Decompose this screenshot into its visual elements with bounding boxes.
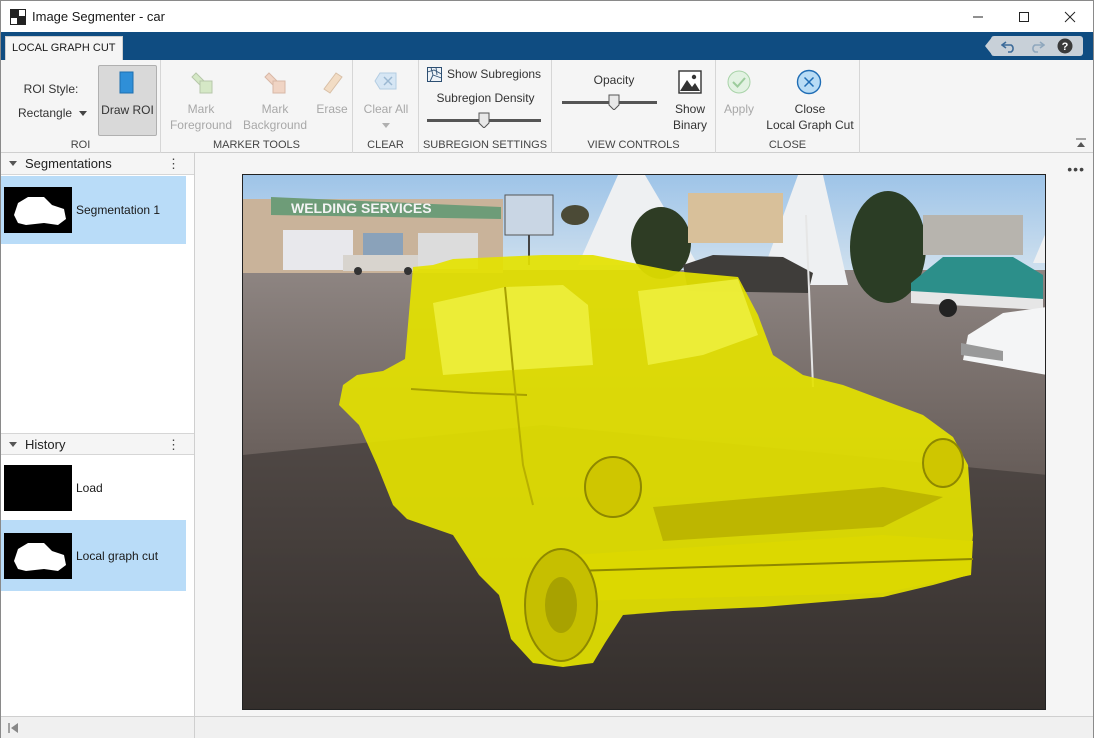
svg-text:?: ? — [1062, 41, 1069, 53]
subregion-settings-section: Show Subregions Subregion Density SUBREG… — [419, 60, 552, 153]
image-display[interactable]: WELDING SERVICES — [242, 174, 1046, 710]
history-item-load[interactable]: Load — [1, 454, 186, 522]
clear-section: Clear All CLEAR — [353, 60, 419, 153]
close-circle-icon — [796, 69, 822, 95]
left-pane: Segmentations ⋮ Segmentation 1 History ⋮… — [1, 153, 195, 716]
collapse-toolstrip-icon[interactable] — [1075, 138, 1087, 148]
history-graph-cut-label: Local graph cut — [76, 548, 159, 563]
roi-style-label: ROI Style: — [23, 82, 79, 96]
close-label-1: Close — [794, 102, 826, 116]
window-title: Image Segmenter - car — [32, 9, 165, 24]
clear-all-label: Clear All — [363, 102, 409, 116]
show-binary-button[interactable]: Show Binary — [668, 60, 712, 136]
welding-sign-text: WELDING SERVICES — [291, 200, 432, 216]
tab-local-graph-cut[interactable]: LOCAL GRAPH CUT — [5, 36, 123, 60]
mark-foreground-icon — [191, 72, 213, 94]
mark-foreground-label-1: Mark — [187, 102, 215, 116]
draw-roi-label: Draw ROI — [101, 103, 154, 117]
roi-section-label: ROI — [70, 139, 91, 151]
collapse-caret-icon[interactable] — [9, 161, 17, 166]
image-icon — [678, 70, 702, 94]
app-logo-icon — [10, 8, 26, 25]
mark-background-label-2: Background — [242, 118, 308, 132]
show-binary-label-2: Binary — [672, 118, 707, 132]
marker-tools-section: Mark Foreground Mark Background Erase MA… — [161, 60, 353, 153]
maximize-icon — [1019, 11, 1029, 22]
close-window-button[interactable] — [1047, 1, 1093, 32]
minimize-button[interactable] — [955, 1, 1001, 32]
history-item-local-graph-cut[interactable]: Local graph cut — [1, 520, 186, 591]
show-subregions-label: Show Subregions — [447, 67, 542, 81]
apply-button[interactable]: Apply — [718, 60, 758, 136]
mask-thumbnail-image — [14, 197, 66, 225]
apply-label: Apply — [723, 102, 755, 116]
history-load-thumbnail — [4, 465, 72, 511]
more-options-icon[interactable]: ⋮ — [167, 437, 180, 453]
roi-section: ROI Style: Rectangle Draw ROI ROI — [1, 60, 161, 153]
opacity-thumb[interactable] — [608, 94, 620, 110]
mark-background-icon — [264, 72, 286, 94]
close-section-label: CLOSE — [768, 139, 807, 151]
checkmark-icon — [727, 70, 751, 94]
help-icon[interactable]: ? — [1057, 38, 1073, 54]
app-window: Image Segmenter - car LOCAL GRAPH CUT ? … — [0, 0, 1094, 738]
erase-label: Erase — [316, 102, 348, 116]
collapse-caret-icon[interactable] — [9, 441, 17, 447]
title-bar: Image Segmenter - car — [1, 1, 1093, 32]
more-options-icon[interactable]: ⋮ — [167, 156, 180, 172]
clear-section-label: CLEAR — [367, 139, 404, 151]
roi-style-value: Rectangle — [18, 106, 73, 120]
chevron-down-icon — [79, 110, 88, 116]
subregion-density-label: Subregion Density — [436, 91, 535, 105]
image-canvas-pane: ••• WELDING SERVICES — [196, 153, 1093, 716]
segmentation-label: Segmentation 1 — [76, 203, 161, 217]
erase-button[interactable]: Erase — [313, 60, 351, 136]
view-controls-section-label: VIEW CONTROLS — [587, 139, 680, 151]
segmentation-thumbnail — [4, 187, 72, 233]
mark-background-label-1: Mark — [261, 102, 289, 116]
draw-roi-button[interactable]: Draw ROI — [98, 65, 157, 136]
close-local-graph-cut-button[interactable]: Close Local Graph Cut — [764, 60, 856, 136]
eraser-icon — [323, 72, 343, 94]
mark-foreground-button[interactable]: Mark Foreground — [165, 60, 237, 136]
segmentations-panel-header[interactable]: Segmentations ⋮ — [1, 153, 194, 175]
collapse-panel-icon[interactable] — [7, 722, 19, 734]
segmentations-title: Segmentations — [25, 156, 112, 171]
quick-access-toolbar: ? — [991, 36, 1083, 56]
history-graph-cut-thumbnail — [4, 532, 72, 579]
more-options-icon[interactable]: ••• — [1067, 161, 1085, 177]
close-icon — [1064, 11, 1076, 22]
mask-thumbnail-image — [14, 542, 66, 571]
clear-all-button[interactable]: Clear All — [357, 60, 415, 136]
mark-foreground-label-2: Foreground — [169, 118, 233, 132]
chevron-down-icon — [382, 123, 390, 128]
toolstrip: ROI Style: Rectangle Draw ROI ROI Mark F… — [1, 60, 1093, 153]
show-subregions-toggle[interactable]: Show Subregions — [427, 66, 541, 82]
status-bar-left — [1, 717, 195, 738]
close-section: Apply Close Local Graph Cut CLOSE — [716, 60, 860, 153]
undo-icon[interactable] — [1001, 39, 1017, 53]
marker-tools-section-label: MARKER TOOLS — [212, 139, 300, 151]
history-title: History — [25, 436, 66, 452]
history-load-label: Load — [76, 481, 103, 495]
clear-all-icon — [374, 72, 397, 90]
close-label-2: Local Graph Cut — [766, 118, 854, 132]
show-binary-label-1: Show — [674, 102, 706, 116]
maximize-button[interactable] — [1001, 1, 1047, 32]
subregion-settings-section-label: SUBREGION SETTINGS — [422, 139, 548, 151]
roi-style-dropdown[interactable]: Rectangle — [15, 105, 88, 121]
subregions-icon — [427, 66, 442, 82]
subregion-density-thumb[interactable] — [478, 112, 490, 128]
toolstrip-tab-row: LOCAL GRAPH CUT ? — [1, 32, 1093, 60]
opacity-label: Opacity — [593, 73, 635, 87]
draw-roi-icon — [119, 71, 134, 94]
mark-background-button[interactable]: Mark Background — [239, 60, 311, 136]
segmentation-item[interactable]: Segmentation 1 — [1, 176, 186, 244]
view-controls-section: Opacity Show Binary VIEW CONTROLS — [552, 60, 716, 153]
redo-icon[interactable] — [1029, 39, 1045, 53]
history-panel-header[interactable]: History ⋮ — [1, 433, 194, 455]
minimize-icon — [973, 16, 983, 17]
car-image: WELDING SERVICES — [243, 175, 1045, 709]
status-bar — [1, 716, 1093, 738]
